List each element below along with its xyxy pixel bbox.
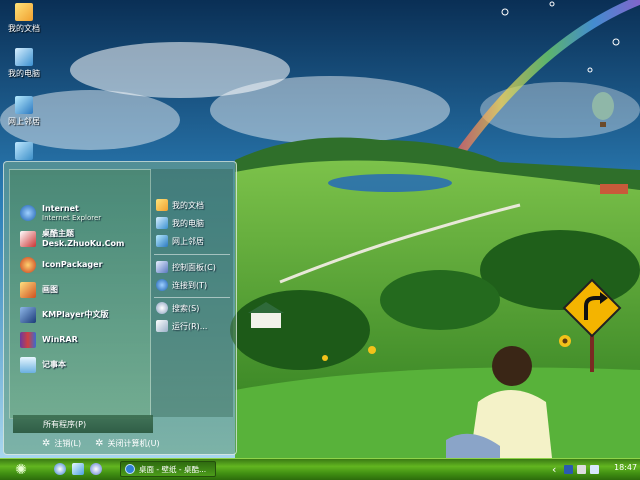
start-button[interactable]: ✺ (8, 460, 34, 479)
place-network[interactable]: 网上邻居 (156, 232, 204, 250)
internet-explorer-icon (125, 464, 135, 474)
tray-volume-icon[interactable] (590, 464, 600, 474)
menu-divider (154, 254, 230, 255)
menu-item-notepad[interactable]: 记事本 (20, 354, 66, 376)
quick-launch-desktop-icon[interactable] (72, 463, 84, 475)
start-menu-footer: ✲ 注销(L) ✲ 关闭计算机(U) (4, 432, 236, 454)
menu-item-zhuoku-theme[interactable]: 桌酷主题Desk.ZhuoKu.Com (20, 228, 150, 250)
desktop-icon-label: 我的电脑 (8, 69, 40, 78)
iconpackager-icon (20, 257, 36, 273)
taskbar-window-label: 桌面 - 壁纸 - 桌酷... (139, 464, 207, 474)
start-menu: Internet Internet Explorer 桌酷主题Desk.Zhuo… (3, 161, 237, 455)
all-programs-label: 所有程序(P) (43, 419, 87, 429)
desktop-icon-label: 网上邻居 (8, 117, 40, 126)
recycle-bin-icon (15, 142, 33, 160)
desktop-icon-recycle-bin[interactable] (2, 142, 46, 162)
shutdown-button[interactable]: ✲ 关闭计算机(U) (95, 438, 160, 449)
kmplayer-icon (20, 307, 36, 323)
theme-app-icon (20, 231, 36, 247)
menu-item-label: WinRAR (42, 335, 78, 344)
desktop-icon-my-computer[interactable]: 我的电脑 (2, 48, 46, 79)
place-search[interactable]: 搜索(S) (156, 299, 199, 317)
folder-icon (156, 199, 168, 211)
tray-display-icon[interactable] (577, 464, 587, 474)
paint-icon (20, 282, 36, 298)
shutdown-icon: ✲ (95, 437, 104, 449)
place-label: 网上邻居 (172, 236, 204, 246)
place-run[interactable]: 运行(R)... (156, 317, 207, 335)
control-panel-icon (156, 261, 168, 273)
desktop-icon-network[interactable]: 网上邻居 (2, 96, 46, 127)
all-programs-button[interactable]: 所有程序(P) (13, 415, 153, 433)
menu-item-sublabel: Internet Explorer (42, 214, 102, 222)
menu-item-label: KMPlayer中文版 (42, 310, 109, 319)
place-label: 搜索(S) (172, 303, 200, 313)
menu-item-internet-explorer[interactable]: Internet Internet Explorer (20, 202, 101, 224)
run-icon (156, 320, 168, 332)
shutdown-label: 关闭计算机(U) (107, 438, 160, 448)
quick-launch-ie-icon[interactable] (54, 463, 66, 475)
menu-item-winrar[interactable]: WinRAR (20, 329, 78, 351)
start-menu-programs-pane: Internet Internet Explorer 桌酷主题Desk.Zhuo… (9, 169, 153, 433)
taskbar-window-button[interactable]: 桌面 - 壁纸 - 桌酷... (120, 461, 216, 477)
menu-item-iconpackager[interactable]: IconPackager (20, 254, 103, 276)
desktop-icon-label: 我的文档 (8, 24, 40, 33)
place-label: 控制面板(C) (172, 262, 216, 272)
menu-item-kmplayer[interactable]: KMPlayer中文版 (20, 304, 109, 326)
search-icon (156, 302, 168, 314)
menu-item-label: 记事本 (42, 360, 66, 369)
menu-item-label: 桌酷主题Desk.ZhuoKu.Com (42, 229, 125, 248)
place-label: 运行(R)... (172, 321, 208, 331)
network-icon (15, 96, 33, 114)
quick-launch-media-icon[interactable] (90, 463, 102, 475)
notepad-icon (20, 357, 36, 373)
desktop-icon-my-documents[interactable]: 我的文档 (2, 3, 46, 34)
place-label: 我的电脑 (172, 218, 204, 228)
menu-item-label: IconPackager (42, 260, 103, 269)
place-label: 我的文档 (172, 200, 204, 210)
network-icon (156, 235, 168, 247)
place-label: 连接到(T) (172, 280, 208, 290)
menu-divider (154, 297, 230, 298)
tray-expand-icon[interactable]: ‹ (552, 463, 556, 476)
globe-icon (156, 279, 168, 291)
menu-item-label: 画图 (42, 285, 58, 294)
internet-explorer-icon (20, 205, 36, 221)
logoff-icon: ✲ (42, 437, 51, 449)
taskbar: ✺ 桌面 - 壁纸 - 桌酷... ‹ 18:47 (0, 458, 640, 480)
place-control-panel[interactable]: 控制面板(C) (156, 258, 216, 276)
menu-item-label: Internet (42, 204, 79, 213)
place-my-computer[interactable]: 我的电脑 (156, 214, 204, 232)
logoff-label: 注销(L) (54, 438, 82, 448)
computer-icon (15, 48, 33, 66)
place-connect-to[interactable]: 连接到(T) (156, 276, 207, 294)
folder-icon (15, 3, 33, 21)
taskbar-clock[interactable]: 18:47 (614, 463, 637, 472)
logoff-button[interactable]: ✲ 注销(L) (42, 438, 81, 449)
start-orb-icon: ✺ (15, 461, 27, 478)
tray-network-icon[interactable] (564, 464, 574, 474)
winrar-icon (20, 332, 36, 348)
menu-item-paint[interactable]: 画图 (20, 279, 58, 301)
place-my-documents[interactable]: 我的文档 (156, 196, 204, 214)
computer-icon (156, 217, 168, 229)
